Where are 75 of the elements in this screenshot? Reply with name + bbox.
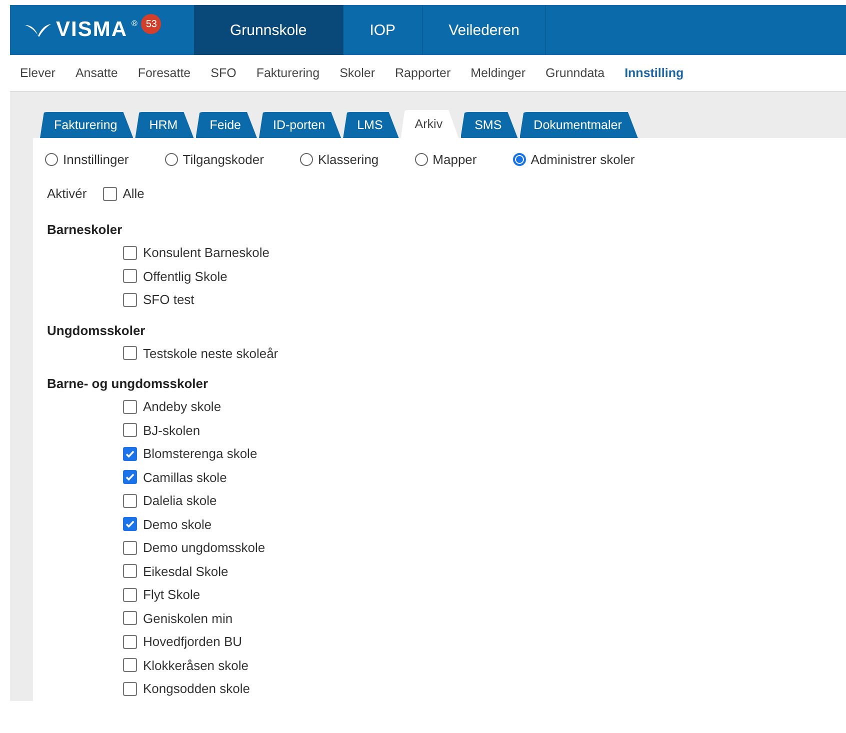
radio-button[interactable] [164,152,178,166]
group-title: Barne- og ungdomsskoler [47,375,210,393]
checkbox[interactable] [102,186,117,200]
radio-label[interactable]: Innstillinger [63,152,129,166]
checkbox-label[interactable]: Kongsodden skole [143,681,250,696]
tab[interactable]: LMS [343,112,399,138]
checkbox[interactable] [123,292,137,307]
checkbox[interactable] [123,470,137,484]
checkbox-label[interactable]: Flyt Skole [143,587,200,602]
checkbox-label[interactable]: BJ-skolen [143,422,200,438]
radio-button[interactable] [300,152,313,166]
group-title: Ungdomsskoler [47,322,146,340]
checkbox[interactable] [123,494,137,508]
checkbox-label[interactable]: Demo ungdomsskole [143,540,266,556]
tab[interactable]: ID-porten [258,112,342,138]
checkbox[interactable] [123,446,137,461]
checkbox[interactable] [123,564,137,578]
checkbox[interactable] [123,517,137,532]
group-title: Barneskoler [47,221,124,239]
checkbox[interactable] [123,611,137,626]
logo-text: VISMA [56,18,128,42]
tab[interactable]: Arkiv [400,110,459,138]
checkbox-label[interactable]: Geniskolen min [143,610,233,626]
checkbox[interactable] [123,346,137,360]
checkbox[interactable] [123,269,137,284]
checkbox-label[interactable]: Alle [122,186,144,201]
checkbox[interactable] [123,400,137,414]
menu-item[interactable]: Skoler [330,66,386,80]
notification-badge[interactable]: 53 [141,14,162,34]
checkbox-label[interactable]: Testskole neste skoleår [143,346,278,361]
tab[interactable]: Fakturering [40,112,134,138]
checkbox[interactable] [123,658,137,672]
menu-item[interactable]: Meldinger [460,66,536,80]
tab[interactable]: HRM [135,112,194,138]
checkbox[interactable] [123,634,137,649]
checkbox-label[interactable]: Offentlig Skole [143,268,228,284]
radio-label[interactable]: Administrer skoler [530,152,635,166]
registered-mark: ® [132,19,138,28]
checkbox-label[interactable]: Andeby skole [143,399,222,414]
checkbox-label[interactable]: Konsulent Barneskole [143,245,270,260]
menu-item[interactable]: Innstilling [614,66,694,80]
menu-item[interactable]: SFO [200,66,246,80]
checkbox[interactable] [123,423,137,438]
app-tab[interactable]: Veilederen [422,5,546,55]
checkbox-label[interactable]: Dalelia skole [143,493,217,508]
menu-item[interactable]: Rapporter [385,66,461,80]
app-tab[interactable]: IOP [344,5,423,55]
menu-item[interactable]: Fakturering [246,66,330,80]
checkbox-label[interactable]: Klokkeråsen skole [143,658,248,673]
checkbox-label[interactable]: Eikesdal Skole [143,564,228,579]
app-tab[interactable]: Grunnskole [194,5,344,55]
checkbox[interactable] [123,246,137,260]
menu-item[interactable]: Grunndata [536,66,615,80]
checkbox-label[interactable]: Blomsterenga skole [143,446,258,462]
checkbox[interactable] [123,682,137,696]
menu-item[interactable]: Ansatte [65,66,128,80]
tab[interactable]: Dokumentmaler [520,112,638,138]
checkbox-label[interactable]: Hovedfjorden BU [143,634,242,650]
tab[interactable]: Feide [196,112,257,138]
tab[interactable]: SMS [460,112,518,138]
radio-button[interactable] [414,152,428,166]
checkbox[interactable] [123,588,137,602]
menu-item[interactable]: Foresatte [128,66,201,80]
logo-icon [24,22,52,38]
radio-label[interactable]: Mapper [432,152,477,166]
radio-button[interactable] [512,152,526,166]
radio-button[interactable] [45,152,58,166]
radio-label[interactable]: Klassering [318,152,379,166]
checkbox[interactable] [123,540,137,555]
radio-label[interactable]: Tilgangskoder [182,152,264,166]
checkbox-label[interactable]: Camillas skole [143,470,227,485]
checkbox-label[interactable]: SFO test [143,292,194,308]
activate-label: Aktivér [47,186,87,201]
menu-item[interactable]: Elever [10,66,66,80]
checkbox-label[interactable]: Demo skole [143,516,212,532]
